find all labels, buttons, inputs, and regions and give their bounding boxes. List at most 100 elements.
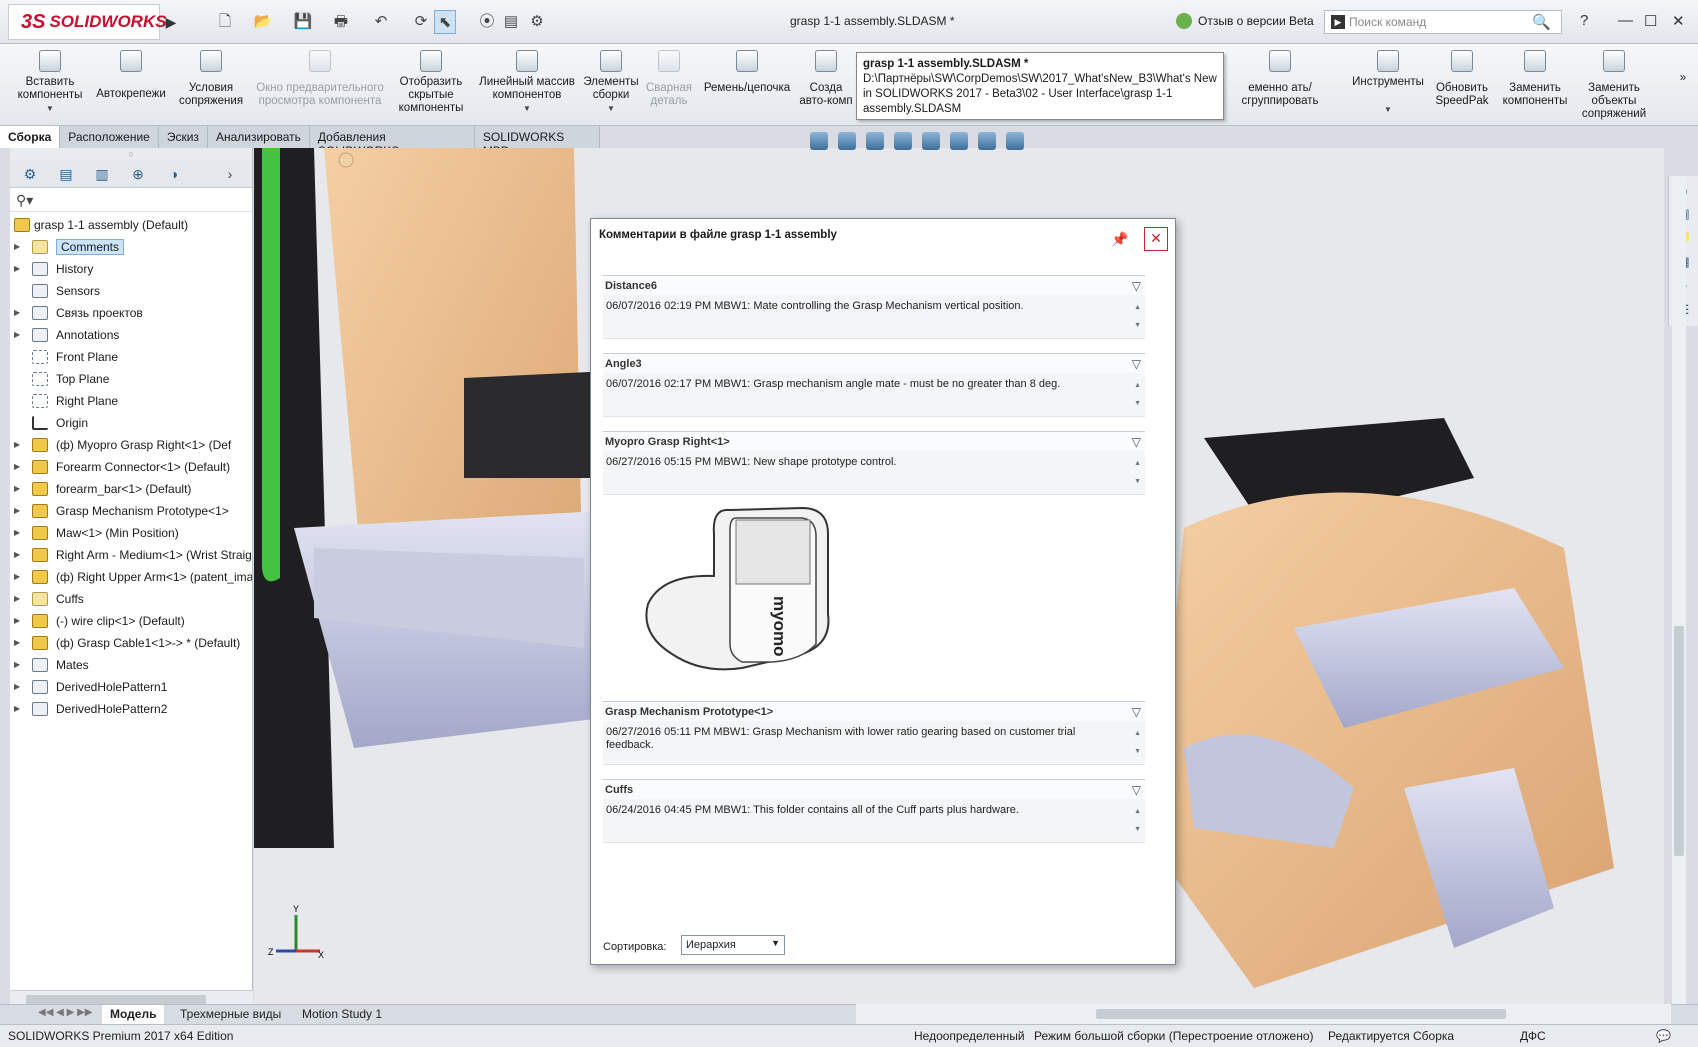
save-icon[interactable]: 💾 xyxy=(292,10,314,34)
new-file-icon[interactable]: 🗋 xyxy=(214,10,236,34)
tree-item-cuffs-folder[interactable]: ▶ Cuffs xyxy=(10,588,252,610)
comment-scrollbar[interactable]: ▲ ▼ xyxy=(1134,299,1141,335)
filter-icon[interactable]: ▽ xyxy=(1132,783,1141,797)
pin-icon[interactable]: 📌 xyxy=(1111,231,1128,248)
temporarily-group-button[interactable]: еменно ать/сгруппировать xyxy=(1222,48,1338,108)
comment-text[interactable]: 06/27/2016 05:15 PM MBW1: New shape prot… xyxy=(603,451,1145,495)
comment-text[interactable]: 06/07/2016 02:17 PM MBW1: Grasp mechanis… xyxy=(603,373,1145,417)
filter-icon[interactable]: ▽ xyxy=(1132,705,1141,719)
tab-mbd[interactable]: SOLIDWORKS MBD xyxy=(474,126,600,158)
tree-item-project-links[interactable]: ▶ Связь проектов xyxy=(10,302,252,324)
tree-item-component[interactable]: ▶ (-) wire clip<1> (Default) xyxy=(10,610,252,632)
tree-root[interactable]: grasp 1-1 assembly (Default) xyxy=(10,214,252,236)
tab-evaluate[interactable]: Анализировать xyxy=(207,126,310,148)
smart-fasteners-button[interactable]: Автокрепежи xyxy=(92,48,170,101)
tab-layout[interactable]: Расположение xyxy=(60,126,159,148)
weldment-button[interactable]: Сварная деталь xyxy=(644,48,694,108)
undo-icon[interactable]: ↶ xyxy=(370,10,392,34)
open-file-icon[interactable]: 📂 xyxy=(252,10,274,34)
search-icon[interactable]: 🔍 xyxy=(1532,13,1551,31)
comment-scrollbar[interactable]: ▲ ▼ xyxy=(1134,377,1141,413)
insert-components-button[interactable]: Вставить компоненты ▼ xyxy=(14,48,86,115)
comment-scrollbar[interactable]: ▲ ▼ xyxy=(1134,803,1141,839)
dimxpert-tab-icon[interactable]: ⊕ xyxy=(128,164,148,184)
apply-scene-icon[interactable] xyxy=(978,132,996,150)
configuration-manager-tab-icon[interactable]: ▥ xyxy=(92,164,112,184)
traffic-light-icon[interactable]: ⦿ xyxy=(476,10,498,34)
replace-mate-entities-button[interactable]: Заменить объекты сопряжений xyxy=(1576,48,1652,121)
panel-grip[interactable]: ○ xyxy=(10,148,252,160)
tab-assembly[interactable]: Сборка xyxy=(0,126,61,148)
tree-item-pattern[interactable]: ▶ DerivedHolePattern1 xyxy=(10,676,252,698)
tree-item-history[interactable]: ▶ History xyxy=(10,258,252,280)
status-units[interactable]: ДФС xyxy=(1520,1029,1546,1043)
update-speedpak-button[interactable]: Обновить SpeedPak xyxy=(1430,48,1494,108)
options-gear-icon[interactable]: ⚙ xyxy=(526,10,548,34)
tree-item-sensors[interactable]: Sensors xyxy=(10,280,252,302)
filter-icon[interactable]: ▽ xyxy=(1132,279,1141,293)
comment-text[interactable]: 06/07/2016 02:19 PM MBW1: Mate controlli… xyxy=(603,295,1145,339)
tree-item-pattern[interactable]: ▶ DerivedHolePattern2 xyxy=(10,698,252,720)
tree-item-right-plane[interactable]: Right Plane xyxy=(10,390,252,412)
tab-sketch[interactable]: Эскиз xyxy=(158,126,208,148)
filter-icon[interactable]: ▽ xyxy=(1132,435,1141,449)
comment-header[interactable]: Cuffs ▽ xyxy=(603,779,1145,799)
comment-header[interactable]: Distance6 ▽ xyxy=(603,275,1145,295)
notification-icon[interactable]: 💬 xyxy=(1656,1029,1671,1043)
status-editing[interactable]: Редактируется Сборка xyxy=(1328,1029,1454,1043)
zoom-to-fit-icon[interactable] xyxy=(810,132,828,150)
sort-select[interactable]: Иерархия ▼ xyxy=(681,935,785,955)
tools-button[interactable]: Инструменты ▼ xyxy=(1350,48,1426,116)
tree-item-annotations[interactable]: ▶ Annotations xyxy=(10,324,252,346)
tab-scroll-arrows[interactable]: ◀◀ ◀ ▶ ▶▶ xyxy=(30,1005,100,1025)
ribbon-more-chevron-icon[interactable]: » xyxy=(1676,72,1690,85)
edit-appearance-icon[interactable] xyxy=(950,132,968,150)
tree-item-component[interactable]: ▶ Forearm Connector<1> (Default) xyxy=(10,456,252,478)
tree-item-top-plane[interactable]: Top Plane xyxy=(10,368,252,390)
solidworks-logo[interactable]: 3S SOLIDWORKS xyxy=(8,4,167,40)
select-pointer-icon[interactable]: ⬉ xyxy=(434,10,456,34)
linear-component-pattern-button[interactable]: Линейный массив компонентов ▼ xyxy=(476,48,578,115)
section-view-icon[interactable] xyxy=(838,132,856,150)
tree-item-mates[interactable]: ▶ Mates xyxy=(10,654,252,676)
tree-item-component[interactable]: ▶ (ф) Grasp Cable1<1>-> * (Default) xyxy=(10,632,252,654)
create-auto-component-button[interactable]: Созда авто-комп xyxy=(798,48,854,108)
feature-tree-tab-icon[interactable]: ⚙ xyxy=(20,164,40,184)
comment-header[interactable]: Grasp Mechanism Prototype<1> ▽ xyxy=(603,701,1145,721)
tree-item-component[interactable]: ▶ Grasp Mechanism Prototype<1> xyxy=(10,500,252,522)
close-window-button[interactable]: ✕ xyxy=(1672,12,1685,30)
tree-filter[interactable]: ⚲▾ xyxy=(10,188,252,212)
show-hidden-components-button[interactable]: Отобразить скрытые компоненты xyxy=(392,48,470,115)
comment-scrollbar[interactable]: ▲ ▼ xyxy=(1134,455,1141,491)
view-orientation-icon[interactable] xyxy=(866,132,884,150)
tree-item-origin[interactable]: Origin xyxy=(10,412,252,434)
tree-item-component[interactable]: ▶ Maw<1> (Min Position) xyxy=(10,522,252,544)
comment-text[interactable]: 06/27/2016 05:11 PM MBW1: Grasp Mechanis… xyxy=(603,721,1145,765)
minimize-button[interactable]: — xyxy=(1618,12,1633,29)
property-manager-tab-icon[interactable]: ▤ xyxy=(56,164,76,184)
tree-item-component[interactable]: ▶ Right Arm - Medium<1> (Wrist Straig xyxy=(10,544,252,566)
viewport-horizontal-scrollbar[interactable] xyxy=(856,1004,1671,1024)
tab-addins[interactable]: Добавления SOLIDWORKS xyxy=(309,126,475,158)
belt-chain-button[interactable]: Ремень/цепочка xyxy=(700,48,794,95)
comment-header[interactable]: Myopro Grasp Right<1> ▽ xyxy=(603,431,1145,451)
print-icon[interactable]: 🖶 xyxy=(330,10,352,34)
filter-icon[interactable]: ▽ xyxy=(1132,357,1141,371)
tree-item-component[interactable]: ▶ (ф) Right Upper Arm<1> (patent_ima xyxy=(10,566,252,588)
comment-text[interactable]: 06/24/2016 04:45 PM MBW1: This folder co… xyxy=(603,799,1145,843)
tree-item-component[interactable]: ▶ (ф) Myopro Grasp Right<1> (Def xyxy=(10,434,252,456)
tab-3d-views[interactable]: Трехмерные виды xyxy=(172,1005,289,1025)
comment-scrollbar[interactable]: ▲ ▼ xyxy=(1134,725,1141,761)
panel-expand-chevron-icon[interactable]: › xyxy=(220,164,240,184)
comment-header[interactable]: Angle3 ▽ xyxy=(603,353,1145,373)
display-manager-tab-icon[interactable]: ◑ xyxy=(164,164,184,184)
viewport-vertical-scrollbar[interactable] xyxy=(1672,176,1686,1004)
replace-components-button[interactable]: Заменить компоненты xyxy=(1498,48,1572,108)
file-properties-icon[interactable]: ▤ xyxy=(500,10,522,34)
beta-feedback[interactable]: Отзыв о версии Beta xyxy=(1176,13,1314,29)
tree-item-comments[interactable]: ▶ Comments xyxy=(10,236,252,258)
command-search-input[interactable]: ▶ Поиск команд 🔍 xyxy=(1324,10,1562,34)
rebuild-icon[interactable]: ⟳ xyxy=(410,10,432,34)
view-settings-icon[interactable] xyxy=(1006,132,1024,150)
display-style-icon[interactable] xyxy=(894,132,912,150)
